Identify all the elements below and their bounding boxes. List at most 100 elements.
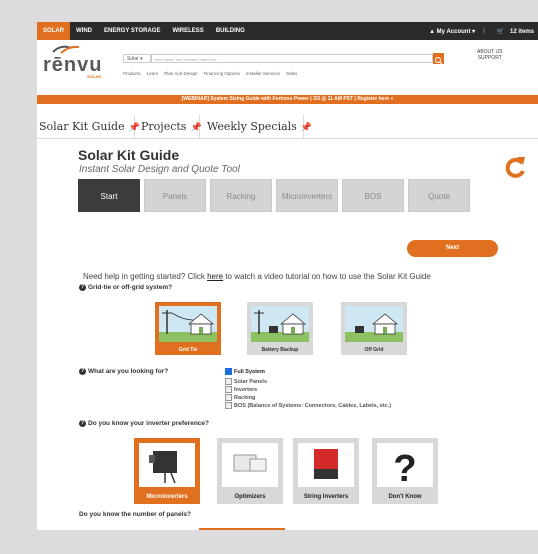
option-dont-know[interactable]: ? Don't Know [372,438,438,504]
nav-wind[interactable]: WIND [70,22,98,40]
grid-tie-house-icon [159,306,217,342]
option-battery-backup[interactable]: Battery Backup [247,302,313,355]
page-subtitle: Instant Solar Design and Quote Tool [79,164,240,175]
top-nav-bar: SOLAR WIND ENERGY STORAGE WIRELESS BUILD… [37,22,538,40]
checkbox[interactable] [225,378,232,386]
nav-solar[interactable]: SOLAR [37,22,70,40]
checkbox-label: Racking [234,395,256,401]
search-button[interactable] [433,53,444,65]
option-label: Don't Know [388,494,422,500]
tab-bar: Solar Kit Guide 📌 Projects 📌 Weekly Specia… [37,115,538,139]
option-grid-tie[interactable]: Grid Tie [155,302,221,355]
logo-sub: SOLAR [87,74,101,79]
checkbox-full-system[interactable]: Full System [225,368,391,376]
checkbox[interactable] [225,394,232,402]
option-label: String Inverters [303,494,349,500]
off-grid-house-icon [345,306,403,342]
checkbox-label: BOS (Balance of Systems: Connectors, Cab… [234,403,392,409]
help-prefix: Need help in getting started? Click [83,272,208,281]
checkbox-racking[interactable]: Racking [225,394,391,402]
next-button[interactable]: Next [407,240,498,257]
checkbox-label: Inverters [234,387,258,393]
partial-option-edge [199,528,285,530]
subnav-plan-design[interactable]: Plan And Design [164,71,197,76]
option-label: Microinverters [146,494,188,500]
looking-for-options: Full System Solar Panels Inverters Racki… [225,368,391,410]
renvu-logo[interactable]: rēnvu SOLAR [43,44,103,79]
option-label: Battery Backup [261,347,299,353]
step-wizard: Start Panels Racking Microinverters BOS … [78,179,474,212]
cart-icon: 🛒 [496,28,505,35]
about-support-links: ABOUT US SUPPORT [477,49,502,61]
step-microinverters[interactable]: Microinverters [276,179,338,212]
tab-label: Projects [141,120,187,133]
option-label: Optimizers [234,494,266,500]
subnav-products[interactable]: Products [123,71,141,76]
question-icon: ? [79,420,86,427]
option-label: Grid Tie [178,347,198,353]
checkbox[interactable] [225,402,232,410]
logo-swoosh-icon [52,45,80,54]
checkbox-checked[interactable] [225,368,232,376]
pin-icon[interactable]: 📌 [190,123,201,133]
sub-nav: Products Learn Plan And Design Financing… [123,71,303,76]
subnav-learn[interactable]: Learn [147,71,159,76]
checkbox-solar-panels[interactable]: Solar Panels [225,378,391,386]
checkbox-bos[interactable]: BOS (Balance of Systems: Connectors, Cab… [225,402,391,410]
search-icon [435,57,443,65]
pin-icon[interactable]: 📌 [129,123,140,133]
option-off-grid[interactable]: Off Grid [341,302,407,355]
account-label: My Account [436,28,471,35]
option-label: Off Grid [364,347,384,353]
battery-backup-house-icon [251,306,309,342]
question-icon: ? [79,368,86,375]
checkbox-inverters[interactable]: Inverters [225,386,391,394]
question-inverter-preference: ? Do you know your inverter preference? [79,420,209,427]
step-start[interactable]: Start [78,179,140,212]
cart-button[interactable]: 🛒 12 items [489,28,538,35]
question-system-type: ? Grid-tie or off-grid system? [79,284,172,291]
step-panels[interactable]: Panels [144,179,206,212]
search-category-value: Solar [127,56,139,62]
reset-icon[interactable] [503,154,529,180]
microinverter-icon [139,443,195,487]
tab-label: Weekly Specials [207,120,297,133]
account-menu[interactable]: ▲ My Account ▾ [425,28,479,35]
browser-page: SOLAR WIND ENERGY STORAGE WIRELESS BUILD… [37,22,538,530]
question-icon: ? [79,284,86,291]
tab-weekly-specials[interactable]: Weekly Specials 📌 [207,115,312,138]
question-label: Do you know your inverter preference? [88,420,210,428]
help-text: Need help in getting started? Click here… [83,272,431,281]
nav-building[interactable]: BUILDING [210,22,251,40]
tab-projects[interactable]: Projects 📌 [141,115,202,138]
step-quote[interactable]: Quote [408,179,470,212]
search-input[interactable]: item name, part number, brand etc. [151,54,433,63]
option-string-inverters[interactable]: String Inverters [293,438,359,504]
subnav-installer-services[interactable]: Installer Services [246,71,280,76]
checkbox[interactable] [225,386,232,394]
tab-solar-kit-guide[interactable]: Solar Kit Guide 📌 [39,115,140,138]
option-optimizers[interactable]: Optimizers [217,438,283,504]
step-bos[interactable]: BOS [342,179,404,212]
option-microinverters[interactable]: Microinverters [134,438,200,504]
nav-wireless[interactable]: WIRELESS [166,22,209,40]
search-category-select[interactable]: Solar ▾ [123,54,151,63]
help-video-link[interactable]: here [207,272,223,281]
support-link[interactable]: SUPPORT [477,55,502,61]
step-racking[interactable]: Racking [210,179,272,212]
checkbox-label: Solar Panels [234,379,268,385]
help-suffix: to watch a video tutorial on how to use … [223,272,431,281]
optimizer-icon [222,443,278,487]
subnav-financing[interactable]: Financing Options [204,71,240,76]
svg-text:?: ? [393,448,416,487]
nav-energy-storage[interactable]: ENERGY STORAGE [98,22,166,40]
cart-count: 12 items [509,28,534,35]
question-mark-icon: ? [377,443,433,487]
subnav-sales[interactable]: Sales [286,71,297,76]
question-label: Grid-tie or off-grid system? [88,284,173,292]
site-header: rēnvu SOLAR Solar ▾ item name, part numb… [37,40,538,82]
tab-label: Solar Kit Guide [39,120,125,133]
webinar-banner[interactable]: [WEBINAR] System Sizing Guide with Fortr… [37,95,538,104]
question-number-of-panels: Do you know the number of panels? [79,511,191,518]
pin-icon[interactable]: 📌 [301,123,312,133]
